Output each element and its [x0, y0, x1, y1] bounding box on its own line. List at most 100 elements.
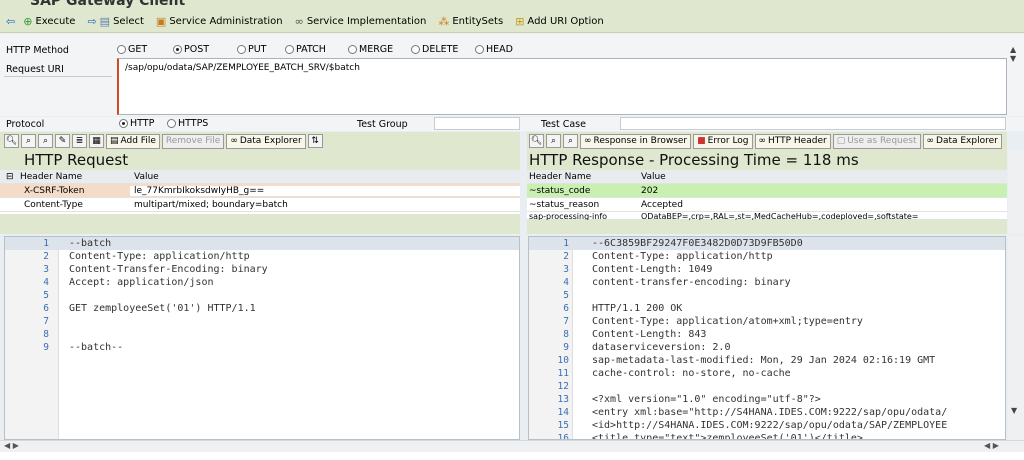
upload-icon[interactable]: ⇅	[307, 134, 323, 148]
header-name-cell: ~status_reason	[529, 199, 600, 210]
code-text: --6C3859BF29247F0E3482D0D73D9FB50D0	[592, 238, 803, 249]
glasses-icon: ∞	[926, 136, 935, 146]
add-file-button[interactable]: ▤ Add File	[106, 133, 160, 149]
code-line[interactable]: 5	[529, 289, 1005, 302]
edit-icon[interactable]: ✎	[55, 134, 70, 148]
code-line[interactable]: 15 <id>http://S4HANA.IDES.COM:9222/sap/op…	[529, 419, 1005, 432]
test-case-field[interactable]	[620, 117, 1006, 130]
code-line[interactable]: 13 <?xml version="1.0" encoding="utf-8"?>	[529, 393, 1005, 406]
response-body-scrollbar[interactable]: ▼	[1008, 236, 1024, 440]
code-line[interactable]: 1 --6C3859BF29247F0E3482D0D73D9FB50D0	[529, 237, 1005, 250]
code-line[interactable]: 2 Content-Type: application/http	[529, 250, 1005, 263]
scroll-up-icon[interactable]: ▲	[1010, 45, 1016, 54]
response-body-editor[interactable]: 1 --6C3859BF29247F0E3482D0D73D9FB50D0 2 Con…	[528, 236, 1006, 440]
request-uri-field[interactable]: /sap/opu/odata/SAP/ZEMPLOYEE_BATCH_SRV/$…	[117, 58, 1007, 115]
find-icon[interactable]: ⌕	[21, 134, 36, 148]
method-put-radio[interactable]: PUT	[237, 44, 285, 55]
scroll-right-icon[interactable]: ◀ ▶	[984, 441, 999, 450]
code-line[interactable]: 9 --batch--	[5, 341, 519, 354]
error-log-button[interactable]: ■ Error Log	[693, 133, 753, 149]
test-group-label: Test Group	[357, 119, 408, 130]
code-text: Content-Transfer-Encoding: binary	[69, 264, 268, 275]
code-line[interactable]: 6 HTTP/1.1 200 OK	[529, 302, 1005, 315]
find-next-icon[interactable]: ⌕	[563, 134, 578, 148]
line-number: 2	[563, 251, 569, 262]
service-administration-button[interactable]: ▣ Service Administration	[152, 12, 287, 30]
code-line[interactable]: 9 dataserviceversion: 2.0	[529, 341, 1005, 354]
request-panel: 🔍︎ ⌕ ⌕ ✎ ≣ ▦ ▤ Add File Remove File ∞ Data…	[0, 132, 520, 234]
zoom-icon[interactable]: 🔍︎	[529, 134, 544, 148]
zoom-icon[interactable]: 🔍︎	[4, 134, 19, 148]
code-line[interactable]: 5	[5, 289, 519, 302]
table-row[interactable]: ~status_code 202	[527, 184, 1007, 198]
select-button[interactable]: ⇨ ▤ Select	[83, 12, 147, 30]
table-row[interactable]: ~status_reason Accepted	[527, 198, 1007, 212]
back-arrow-icon[interactable]: ⇦	[6, 16, 15, 27]
execute-icon: ⊕	[23, 14, 33, 28]
response-data-explorer-button[interactable]: ∞ Data Explorer	[922, 133, 1002, 149]
method-delete-radio[interactable]: DELETE	[411, 44, 475, 55]
code-line[interactable]: 4 content-transfer-encoding: binary	[529, 276, 1005, 289]
header-value-cell: 202	[641, 185, 659, 196]
find-icon[interactable]: ⌕	[546, 134, 561, 148]
use-as-request-button[interactable]: ▢ Use as Request	[832, 133, 921, 149]
code-line[interactable]: 8 Content-Length: 843	[529, 328, 1005, 341]
header-value-cell[interactable]: le_77KmrbIkoksdwIyHB_g==	[130, 185, 520, 196]
execute-button[interactable]: ⊕ Execute	[19, 12, 79, 30]
service-implementation-button[interactable]: ∞ Service Implementation	[291, 12, 431, 30]
code-line[interactable]: 7 Content-Type: application/atom+xml;type…	[529, 315, 1005, 328]
table-row[interactable]: Content-Type multipart/mixed; boundary=b…	[0, 198, 520, 212]
code-line[interactable]: 3 Content-Length: 1049	[529, 263, 1005, 276]
code-line[interactable]: 11 cache-control: no-store, no-cache	[529, 367, 1005, 380]
code-line[interactable]: 14 <entry xml:base="http://S4HANA.IDES.CO…	[529, 406, 1005, 419]
method-post-radio[interactable]: POST	[173, 44, 237, 55]
code-line[interactable]: 7	[5, 315, 519, 328]
select-all-icon[interactable]: ⊟	[0, 172, 20, 182]
request-data-explorer-button[interactable]: ∞ Data Explorer	[226, 133, 306, 149]
response-headers-scrollbar[interactable]	[1008, 150, 1024, 234]
remove-file-button[interactable]: Remove File	[161, 133, 225, 149]
method-get-radio[interactable]: GET	[117, 44, 173, 55]
code-text: --batch	[69, 238, 112, 249]
request-headers-table: ⊟ Header Name Value X-CSRF-Token le_77Km…	[0, 170, 520, 214]
code-line[interactable]: 12	[529, 380, 1005, 393]
code-line[interactable]: 4 Accept: application/json	[5, 276, 519, 289]
find-next-icon[interactable]: ⌕	[38, 134, 53, 148]
protocol-label: Protocol	[6, 119, 45, 130]
method-patch-radio[interactable]: PATCH	[285, 44, 348, 55]
code-line[interactable]: 16 <title type="text">zemployeeSet('01')<…	[529, 432, 1005, 439]
test-group-field[interactable]	[434, 117, 520, 130]
protocol-http-radio[interactable]: HTTP	[119, 118, 167, 129]
protocol-https-radio[interactable]: HTTPS	[167, 118, 227, 129]
method-merge-radio[interactable]: MERGE	[348, 44, 411, 55]
http-header-button[interactable]: ∞ HTTP Header	[754, 133, 831, 149]
format-icon[interactable]: ≣	[72, 134, 87, 148]
code-line[interactable]: 6 GET zemployeeSet('01') HTTP/1.1	[5, 302, 519, 315]
panel-splitter[interactable]	[520, 132, 527, 440]
line-number: 7	[563, 316, 569, 327]
line-number: 6	[43, 303, 49, 314]
header-name-column: Header Name	[529, 171, 592, 182]
response-in-browser-button[interactable]: ∞ Response in Browser	[580, 133, 692, 149]
code-text: <?xml version="1.0" encoding="utf-8"?>	[592, 394, 821, 405]
table-header-row: ⊟ Header Name Value	[0, 170, 520, 184]
code-line[interactable]: 2 Content-Type: application/http	[5, 250, 519, 263]
horizontal-scrollbar[interactable]: ◀ ▶ ◀ ▶	[0, 440, 1024, 452]
header-name-cell: ~status_code	[529, 185, 591, 196]
method-head-radio[interactable]: HEAD	[475, 44, 525, 55]
entity-sets-button[interactable]: ⁂ EntitySets	[434, 12, 507, 30]
code-line[interactable]: 1 --batch	[5, 237, 519, 250]
header-value-cell[interactable]: multipart/mixed; boundary=batch	[130, 200, 520, 210]
request-body-editor[interactable]: 1 --batch 2 Content-Type: application/http 3…	[4, 236, 520, 440]
scroll-down-icon[interactable]: ▼	[1011, 406, 1017, 415]
add-uri-option-button[interactable]: ⊞ Add URI Option	[511, 12, 608, 30]
table-row[interactable]: X-CSRF-Token le_77KmrbIkoksdwIyHB_g==	[0, 184, 520, 198]
code-line[interactable]: 3 Content-Transfer-Encoding: binary	[5, 263, 519, 276]
table-row[interactable]: sap-processing-info ODataBEP=,crp=,RAL=,…	[527, 212, 1007, 220]
scroll-left-icon[interactable]: ◀ ▶	[4, 441, 19, 450]
code-line[interactable]: 10 sap-metadata-last-modified: Mon, 29 Ja…	[529, 354, 1005, 367]
table-icon[interactable]: ▦	[89, 134, 104, 148]
line-number: 11	[557, 368, 569, 379]
scroll-down-icon[interactable]: ▼	[1010, 54, 1016, 63]
code-line[interactable]: 8	[5, 328, 519, 341]
